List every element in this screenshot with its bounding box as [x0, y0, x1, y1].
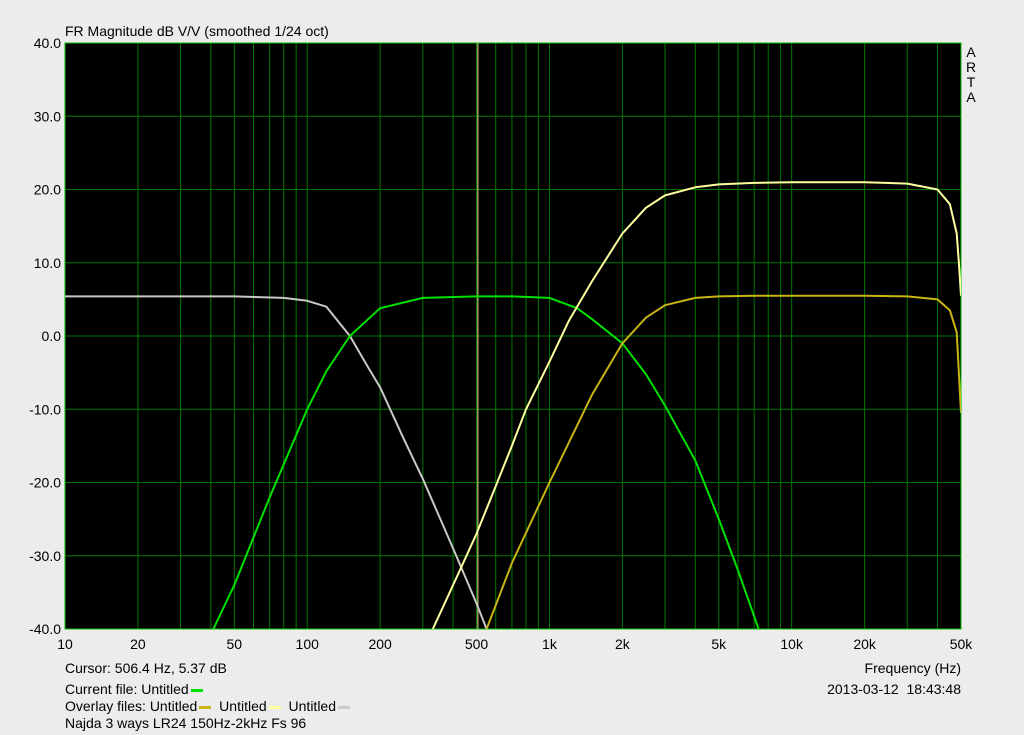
x-tick-label: 20	[130, 636, 146, 652]
overlay-files: Overlay files: Untitled Untitled Untitle…	[65, 698, 354, 714]
y-tick-label: 10.0	[34, 255, 61, 271]
overlay-swatch-2	[268, 705, 281, 709]
brand-letter: T	[966, 74, 976, 90]
y-tick-label: -20.0	[29, 475, 61, 491]
time-text: 18:43:48	[906, 681, 962, 697]
overlay-file-name: Untitled	[219, 698, 267, 714]
current-file: Current file: Untitled	[65, 681, 207, 697]
y-tick-label: 0.0	[42, 328, 62, 344]
brand-label: A R T A	[965, 45, 977, 105]
x-tick-label: 200	[368, 636, 392, 652]
y-tick-label: 40.0	[34, 35, 61, 51]
overlay-swatch-3	[338, 705, 350, 709]
description: Najda 3 ways LR24 150Hz-2kHz Fs 96	[65, 715, 307, 731]
chart-title: FR Magnitude dB V/V (smoothed 1/24 oct)	[65, 23, 329, 39]
x-tick-label: 10k	[780, 636, 804, 652]
current-file-prefix: Current file:	[65, 681, 138, 697]
brand-letter: R	[965, 59, 977, 75]
date-text: 2013-03-12	[827, 681, 899, 697]
x-tick-label: 20k	[853, 636, 877, 652]
y-tick-label: 30.0	[34, 108, 61, 124]
brand-letter: A	[966, 44, 976, 60]
current-file-swatch	[190, 688, 203, 692]
current-file-name: Untitled	[141, 681, 189, 697]
x-tick-label: 10	[57, 636, 73, 652]
frequency-response-chart: 40.030.020.010.00.0-10.0-20.0-30.0-40.01…	[29, 35, 974, 652]
timestamp: 2013-03-12 18:43:48	[827, 681, 961, 697]
y-tick-label: -40.0	[29, 621, 61, 637]
cursor-readout: Cursor: 506.4 Hz, 5.37 dB	[65, 660, 227, 676]
x-tick-label: 1k	[542, 636, 558, 652]
overlay-prefix: Overlay files:	[65, 698, 146, 714]
x-tick-label: 2k	[615, 636, 631, 652]
overlay-swatch-1	[199, 705, 212, 709]
x-tick-label: 5k	[711, 636, 727, 652]
y-tick-label: 20.0	[34, 182, 61, 198]
x-tick-label: 500	[465, 636, 489, 652]
overlay-file-name: Untitled	[288, 698, 336, 714]
overlay-file-name: Untitled	[149, 698, 198, 714]
x-tick-label: 50	[227, 636, 243, 652]
y-tick-label: -30.0	[29, 548, 61, 564]
x-axis-label: Frequency (Hz)	[864, 660, 961, 676]
x-tick-label: 50k	[950, 636, 974, 652]
brand-letter: A	[966, 89, 976, 105]
x-tick-label: 100	[296, 636, 320, 652]
y-tick-label: -10.0	[29, 401, 61, 417]
